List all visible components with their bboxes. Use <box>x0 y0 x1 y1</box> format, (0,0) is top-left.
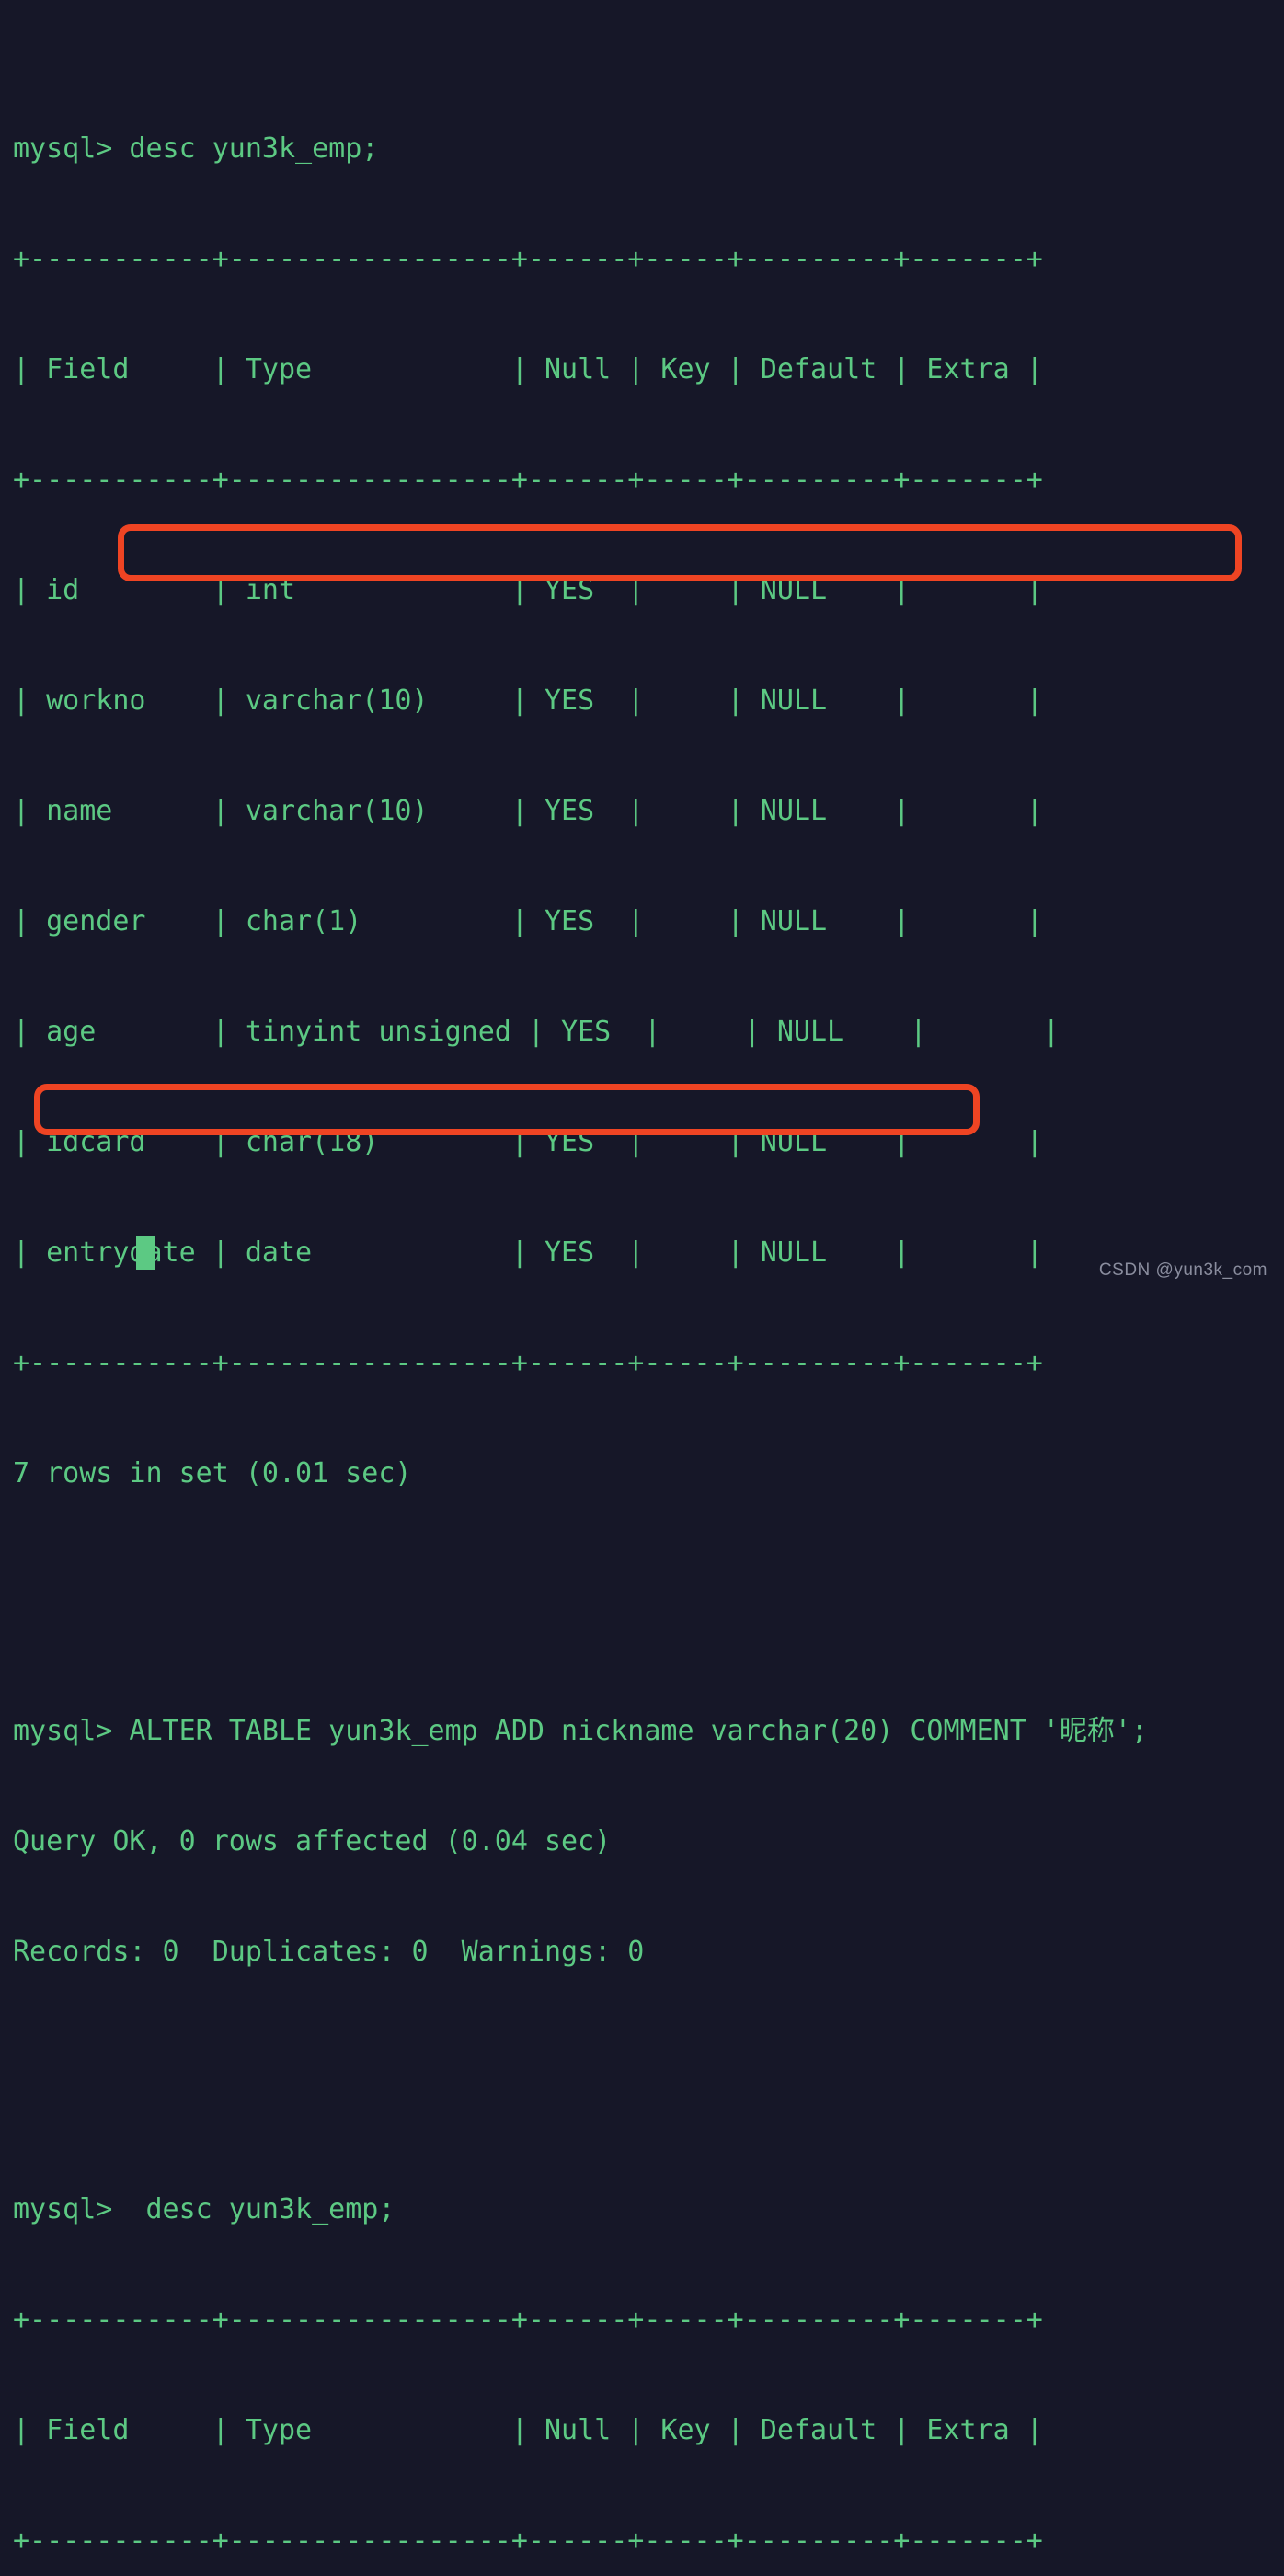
table1-bottom-border: +-----------+-----------------+------+--… <box>13 1347 1043 1379</box>
table1-header-border: +-----------+-----------------+------+--… <box>13 464 1043 496</box>
table-row: | idcard | char(18) | YES | | NULL | | <box>13 1126 1043 1158</box>
table-row: | entrydate | date | YES | | NULL | | <box>13 1236 1043 1269</box>
prompt-line-2: mysql> desc yun3k_emp; <box>13 2193 396 2225</box>
table-row: | gender | char(1) | YES | | NULL | | <box>13 905 1043 937</box>
table2-top-border: +-----------+-----------------+------+--… <box>13 2304 1043 2336</box>
table2-header-border: +-----------+-----------------+------+--… <box>13 2524 1043 2557</box>
table1-top-border: +-----------+-----------------+------+--… <box>13 243 1043 275</box>
terminal-cursor <box>136 1236 155 1270</box>
table-row: | name | varchar(10) | YES | | NULL | | <box>13 795 1043 827</box>
table2-header-row: | Field | Type | Null | Key | Default | … <box>13 2414 1043 2446</box>
terminal-window[interactable]: mysql> desc yun3k_emp; +-----------+----… <box>0 0 1284 2557</box>
table-row: | id | int | YES | | NULL | | <box>13 574 1043 606</box>
table1-row-count: 7 rows in set (0.01 sec) <box>13 1457 412 1489</box>
csdn-watermark: CSDN @yun3k_com <box>1098 1260 1267 1280</box>
table1-header-row: | Field | Type | Null | Key | Default | … <box>13 353 1043 385</box>
table-row: | age | tinyint unsigned | YES | | NULL … <box>13 1016 1060 1048</box>
prompt-line-1: mysql> desc yun3k_emp; <box>13 132 379 165</box>
table-row: | workno | varchar(10) | YES | | NULL | … <box>13 684 1043 717</box>
query-ok-status: Query OK, 0 rows affected (0.04 sec) <box>13 1825 612 1857</box>
alter-table-command: mysql> ALTER TABLE yun3k_emp ADD nicknam… <box>13 1715 1148 1747</box>
query-counters: Records: 0 Duplicates: 0 Warnings: 0 <box>13 1936 645 1968</box>
